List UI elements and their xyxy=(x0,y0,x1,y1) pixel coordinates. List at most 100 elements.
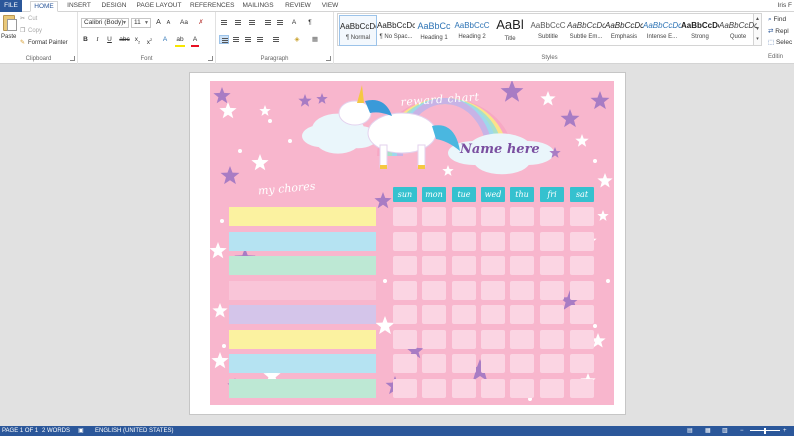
chore-checkbox-cell[interactable] xyxy=(481,231,505,251)
style-item[interactable]: AaBbCcDc Quote xyxy=(719,15,757,46)
tab-mailings[interactable]: MAILINGS xyxy=(240,1,276,12)
borders-icon[interactable]: ▦ xyxy=(309,35,321,45)
replace-button[interactable]: ⇄ Repl xyxy=(768,27,789,35)
highlight-button[interactable]: ab xyxy=(174,35,186,45)
style-item[interactable]: AaBbCcDc Intense E... xyxy=(643,15,681,46)
align-right-button[interactable] xyxy=(243,35,253,44)
chore-checkbox-cell[interactable] xyxy=(393,378,417,398)
subscript-button[interactable]: x2 xyxy=(133,35,142,45)
italic-button[interactable]: I xyxy=(93,35,102,45)
chore-checkbox-cell[interactable] xyxy=(452,231,476,251)
chore-checkbox-cell[interactable] xyxy=(510,231,534,251)
font-color-button[interactable]: A xyxy=(190,35,200,45)
chore-checkbox-cell[interactable] xyxy=(422,329,446,349)
chore-row-stripe[interactable] xyxy=(229,354,376,373)
word-count[interactable]: 2 WORDS xyxy=(42,426,70,436)
chore-checkbox-cell[interactable] xyxy=(422,305,446,324)
tab-file[interactable]: FILE xyxy=(0,0,22,12)
chore-checkbox-cell[interactable] xyxy=(510,329,534,349)
zoom-slider-thumb[interactable] xyxy=(764,428,766,434)
chore-checkbox-cell[interactable] xyxy=(481,305,505,324)
select-button[interactable]: ⬚ Selec xyxy=(768,38,792,46)
font-size-select[interactable]: 11 ▼ xyxy=(131,18,151,28)
line-spacing-button[interactable] xyxy=(271,35,281,44)
shrink-font-button[interactable]: A xyxy=(164,18,173,28)
chore-row-stripe[interactable] xyxy=(229,207,376,226)
style-item[interactable]: AaBbCcDc ¶ Normal xyxy=(339,15,377,46)
chore-checkbox-cell[interactable] xyxy=(452,207,476,226)
font-name-select[interactable]: Calibri (Body) ▼ xyxy=(81,18,129,28)
strikethrough-button[interactable]: abc xyxy=(118,35,131,45)
chore-checkbox-cell[interactable] xyxy=(393,231,417,251)
chore-row-stripe[interactable] xyxy=(229,256,376,275)
tab-view[interactable]: VIEW xyxy=(318,1,342,12)
web-layout-icon[interactable]: ▥ xyxy=(722,426,728,436)
cut-button[interactable]: ✂ Cut xyxy=(20,15,37,24)
chore-checkbox-cell[interactable] xyxy=(393,207,417,226)
zoom-out-icon[interactable]: − xyxy=(740,426,744,436)
chore-checkbox-cell[interactable] xyxy=(540,231,564,251)
chore-checkbox-cell[interactable] xyxy=(510,354,534,373)
chore-checkbox-cell[interactable] xyxy=(422,280,446,300)
chore-checkbox-cell[interactable] xyxy=(481,329,505,349)
align-center-button[interactable] xyxy=(231,35,241,44)
bullets-button[interactable] xyxy=(219,18,229,27)
language-indicator[interactable]: ENGLISH (UNITED STATES) xyxy=(95,426,173,436)
show-marks-button[interactable]: ¶ xyxy=(305,18,315,28)
document-page[interactable]: reward chart Name here my chores sun mon t… xyxy=(189,72,626,415)
print-layout-icon[interactable]: ▦ xyxy=(705,426,711,436)
chore-checkbox-cell[interactable] xyxy=(570,305,594,324)
tab-insert[interactable]: INSERT xyxy=(65,1,93,12)
chore-checkbox-cell[interactable] xyxy=(570,280,594,300)
multilevel-list-button[interactable] xyxy=(247,18,257,27)
style-item[interactable]: AaBbCcDc Strong xyxy=(681,15,719,46)
find-button[interactable]: ⌕ Find xyxy=(768,16,786,24)
chore-checkbox-cell[interactable] xyxy=(422,207,446,226)
chore-checkbox-cell[interactable] xyxy=(570,354,594,373)
chore-checkbox-cell[interactable] xyxy=(422,231,446,251)
chore-checkbox-cell[interactable] xyxy=(422,354,446,373)
chore-row-stripe[interactable] xyxy=(229,378,376,398)
chore-checkbox-cell[interactable] xyxy=(570,207,594,226)
font-launcher-icon[interactable] xyxy=(208,56,213,61)
style-item[interactable]: AaBbCc Heading 1 xyxy=(415,15,453,46)
superscript-button[interactable]: x2 xyxy=(145,35,154,46)
sort-button[interactable]: A xyxy=(289,18,299,28)
style-item[interactable]: AaBbCcC Subtitle xyxy=(529,15,567,46)
chore-checkbox-cell[interactable] xyxy=(422,256,446,275)
reward-chart-image[interactable]: reward chart Name here my chores sun mon t… xyxy=(210,81,614,405)
chore-checkbox-cell[interactable] xyxy=(422,378,446,398)
tab-references[interactable]: REFERENCES xyxy=(190,1,234,12)
chore-checkbox-cell[interactable] xyxy=(540,354,564,373)
proofing-icon[interactable]: ▣ xyxy=(78,426,84,436)
chore-checkbox-cell[interactable] xyxy=(540,305,564,324)
style-item[interactable]: AaBbCcDc Emphasis xyxy=(605,15,643,46)
chore-checkbox-cell[interactable] xyxy=(510,256,534,275)
style-item[interactable]: AaBl Title xyxy=(491,15,529,46)
chore-checkbox-cell[interactable] xyxy=(393,354,417,373)
decrease-indent-button[interactable] xyxy=(263,18,273,27)
chore-checkbox-cell[interactable] xyxy=(452,329,476,349)
chore-row-stripe[interactable] xyxy=(229,329,376,349)
chore-checkbox-cell[interactable] xyxy=(510,207,534,226)
tab-review[interactable]: REVIEW xyxy=(284,1,312,12)
bold-button[interactable]: B xyxy=(81,35,90,45)
chore-checkbox-cell[interactable] xyxy=(481,354,505,373)
increase-indent-button[interactable] xyxy=(275,18,285,27)
chore-checkbox-cell[interactable] xyxy=(510,305,534,324)
read-mode-icon[interactable]: ▤ xyxy=(687,426,693,436)
chore-checkbox-cell[interactable] xyxy=(570,329,594,349)
chore-row-stripe[interactable] xyxy=(229,305,376,324)
chore-checkbox-cell[interactable] xyxy=(481,280,505,300)
tab-page-layout[interactable]: PAGE LAYOUT xyxy=(136,1,182,12)
chore-checkbox-cell[interactable] xyxy=(540,280,564,300)
chore-checkbox-cell[interactable] xyxy=(510,378,534,398)
chore-row-stripe[interactable] xyxy=(229,280,376,300)
chore-checkbox-cell[interactable] xyxy=(510,280,534,300)
chore-checkbox-cell[interactable] xyxy=(570,256,594,275)
chore-checkbox-cell[interactable] xyxy=(481,378,505,398)
chore-checkbox-cell[interactable] xyxy=(393,280,417,300)
align-left-button[interactable] xyxy=(219,35,229,44)
chore-checkbox-cell[interactable] xyxy=(570,231,594,251)
tab-design[interactable]: DESIGN xyxy=(100,1,128,12)
